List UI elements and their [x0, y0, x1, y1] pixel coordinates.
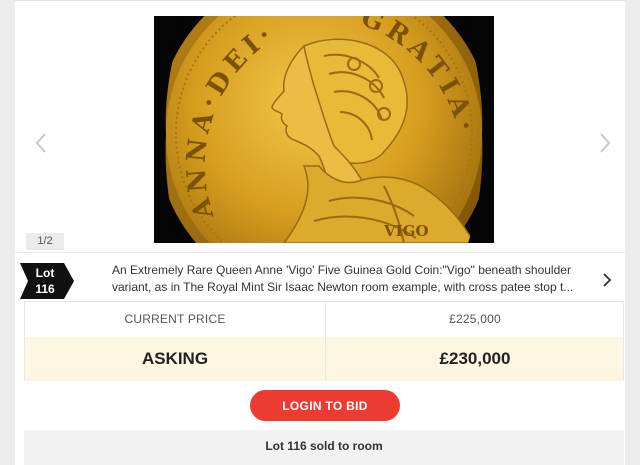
image-counter: 1/2	[26, 233, 64, 250]
gallery-prev-button[interactable]	[29, 128, 53, 158]
current-price-value: £225,000	[449, 312, 501, 326]
lot-number-tag: Lot 116	[20, 263, 75, 299]
lot-description[interactable]: An Extremely Rare Queen Anne 'Vigo' Five…	[112, 262, 592, 296]
lot-status: Lot 116 sold to room	[24, 430, 624, 465]
asking-label: ASKING	[141, 349, 209, 368]
gallery-next-button[interactable]	[593, 128, 617, 158]
lot-label: Lot	[35, 266, 55, 280]
chevron-right-icon	[603, 273, 612, 287]
lot-summary[interactable]: Lot 116 An Extremely Rare Queen Anne 'Vi…	[15, 252, 625, 304]
image-gallery: ANNA·DEI· GRATIA· VIGO 1/2	[15, 0, 625, 250]
coin-image[interactable]: ANNA·DEI· GRATIA· VIGO	[154, 16, 494, 243]
lot-details-button[interactable]	[601, 272, 613, 288]
coin-vigo-mark: VIGO	[383, 222, 429, 240]
login-to-bid-button[interactable]: LOGIN TO BID	[250, 390, 400, 421]
current-price-label: CURRENT PRICE	[124, 312, 226, 326]
lot-card: ANNA·DEI· GRATIA· VIGO 1/2 Lot 116 An Ex…	[15, 0, 625, 465]
chevron-left-icon	[35, 133, 46, 153]
chevron-right-icon	[600, 133, 611, 153]
price-table: CURRENT PRICE £225,000 ASKING £230,000	[24, 301, 624, 381]
coin-illustration: ANNA·DEI· GRATIA· VIGO	[154, 16, 494, 243]
lot-number: 116	[35, 282, 55, 296]
asking-value: £230,000	[439, 349, 511, 368]
